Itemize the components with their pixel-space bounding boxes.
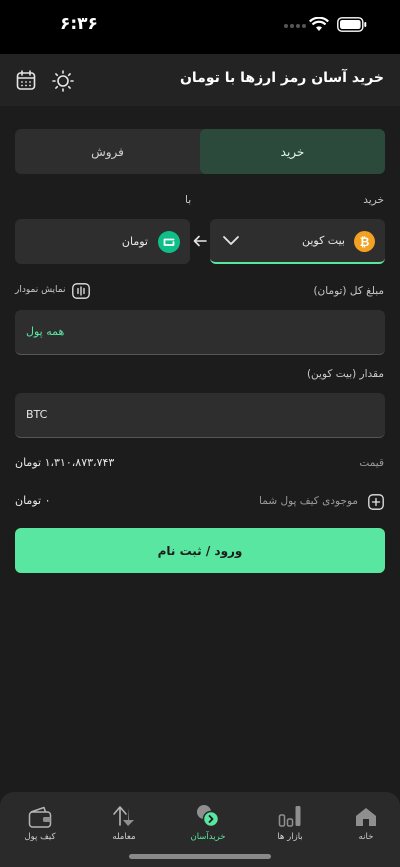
quantity-field[interactable]: BTC bbox=[15, 393, 385, 438]
price-value: ۱،۳۱۰،۸۷۳،۷۴۳ تومان bbox=[15, 456, 115, 469]
trade-arrows-icon bbox=[113, 806, 134, 826]
home-icon bbox=[356, 808, 376, 826]
wifi-icon bbox=[309, 17, 329, 31]
nav-wallet-label: کیف پول bbox=[24, 832, 56, 842]
nav-markets[interactable]: بازار ها bbox=[250, 798, 330, 846]
nav-trade[interactable]: معامله bbox=[84, 798, 164, 846]
total-amount-label: مبلغ کل (تومان) bbox=[313, 285, 384, 297]
add-funds-icon[interactable] bbox=[368, 494, 384, 510]
all-money-button[interactable]: همه پول bbox=[26, 325, 64, 338]
cellular-signal-icon bbox=[284, 24, 306, 28]
app-header: خرید آسان رمز ارزها با تومان bbox=[0, 54, 400, 106]
page-title: خرید آسان رمز ارزها با تومان bbox=[179, 70, 384, 86]
quantity-unit: BTC bbox=[26, 408, 48, 421]
tab-sell[interactable]: فروش bbox=[15, 129, 200, 174]
bitcoin-icon: ₿ bbox=[354, 231, 375, 252]
tab-buy[interactable]: خرید bbox=[200, 129, 385, 174]
theme-toggle-sun-icon[interactable] bbox=[52, 70, 74, 92]
nav-easy-buy[interactable]: خریدآسان bbox=[168, 798, 248, 846]
chart-toggle-icon[interactable] bbox=[72, 283, 90, 299]
arrow-left-icon bbox=[193, 235, 207, 247]
buy-label: خرید bbox=[363, 194, 384, 206]
total-amount-field[interactable]: همه پول bbox=[15, 310, 385, 355]
chevron-down-icon bbox=[223, 236, 239, 245]
markets-chart-icon bbox=[278, 806, 301, 827]
fiat-name: تومان bbox=[121, 235, 148, 248]
nav-markets-label: بازار ها bbox=[277, 832, 303, 842]
price-label: قیمت bbox=[359, 457, 384, 469]
calendar-icon[interactable] bbox=[16, 70, 36, 91]
easy-buy-coins-icon bbox=[197, 805, 220, 828]
fiat-currency-display: تومان bbox=[15, 219, 190, 264]
home-indicator bbox=[129, 854, 271, 859]
status-time: ۶:۳۶ bbox=[60, 14, 98, 34]
nav-wallet[interactable]: کیف پول bbox=[0, 798, 80, 846]
with-label: با bbox=[185, 194, 192, 206]
buy-sell-toggle: خرید فروش bbox=[15, 129, 385, 174]
nav-easy-buy-label: خریدآسان bbox=[190, 832, 226, 842]
nav-home[interactable]: خانه bbox=[326, 798, 400, 846]
login-register-button[interactable]: ورود / ثبت نام bbox=[15, 528, 385, 573]
battery-icon bbox=[337, 17, 367, 32]
crypto-name: بیت کوین bbox=[301, 234, 345, 247]
toman-icon bbox=[158, 231, 180, 253]
nav-trade-label: معامله bbox=[112, 832, 136, 842]
wallet-balance-value: ۰ تومان bbox=[15, 494, 51, 507]
wallet-icon bbox=[28, 806, 52, 828]
quantity-label: مقدار (بیت کوین) bbox=[306, 368, 384, 380]
status-bar: ۶:۳۶ bbox=[0, 0, 400, 54]
wallet-balance-label: موجودی کیف پول شما bbox=[259, 495, 358, 507]
crypto-selector[interactable]: ₿ بیت کوین bbox=[210, 219, 385, 264]
show-chart-label[interactable]: نمایش نمودار bbox=[15, 285, 66, 295]
nav-home-label: خانه bbox=[358, 832, 374, 842]
